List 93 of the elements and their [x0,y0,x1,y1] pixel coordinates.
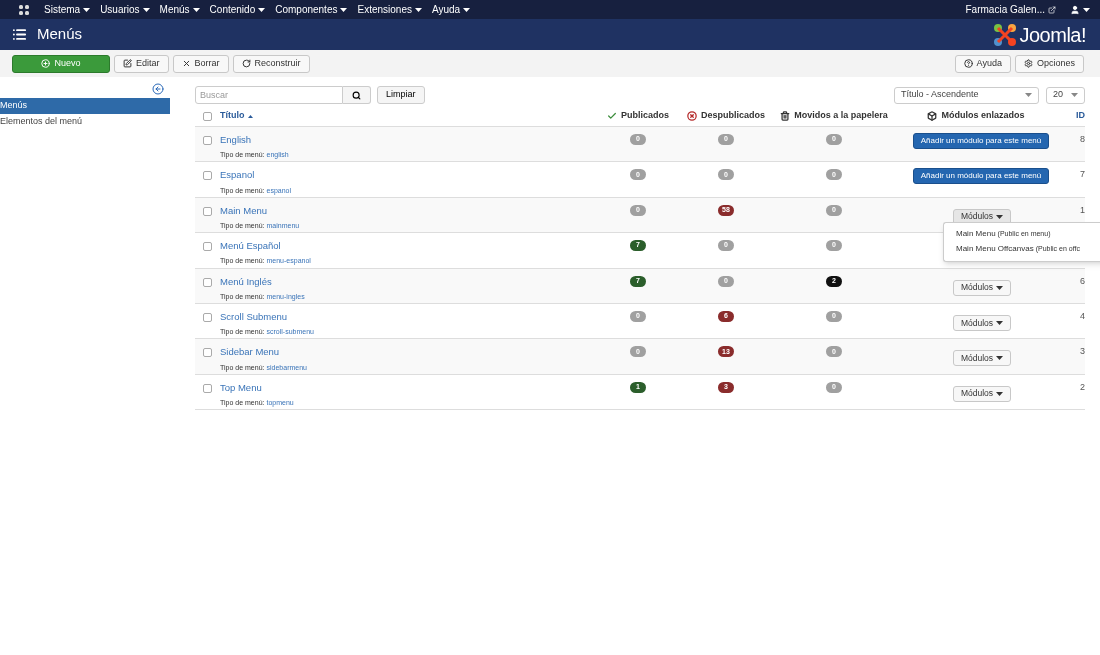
column-sort-link[interactable]: Título [217,109,600,123]
caret-icon [463,7,471,12]
add-module-button[interactable]: Añadir un módulo para este menú [912,133,1050,149]
trash-icon [780,111,791,121]
caret-icon [1071,93,1078,97]
joomla-logo-icon [993,22,1018,47]
menu-title-link[interactable]: Scroll Submenu [220,309,600,325]
id-cell-text: 2 [1079,380,1085,394]
search-button[interactable] [343,86,371,104]
search-icon [352,90,361,100]
toolbar-button[interactable]: Reconstruir [232,54,310,73]
menu-title-link[interactable]: Espanol [220,168,600,183]
row-checkbox[interactable] [203,383,212,393]
modules-dropdown-button[interactable]: Módulos [952,314,1012,331]
nav-menu-item[interactable]: Sistema [44,2,91,17]
id-cell-text: 8 [1079,133,1085,146]
joomla-wordmark: Joomla! [1019,22,1086,48]
menu-title-link[interactable]: Menú Español [220,239,600,254]
x-circle-icon [687,111,697,121]
toolbar-button[interactable]: Ayuda [954,54,1011,73]
menu-title-link[interactable]: Sidebar Menu [220,345,600,360]
toolbar-button[interactable]: Editar [114,54,169,73]
limit-select[interactable]: 20 [1046,86,1085,104]
id-cell-text: 7 [1079,168,1085,182]
row-checkbox[interactable] [203,277,212,287]
caret-icon [996,320,1004,325]
modules-dropdown-button[interactable]: Módulos [952,385,1012,402]
page-title: Menús [37,24,83,45]
site-link[interactable]: Farmacia Galen... [965,2,1056,17]
menu-title-link[interactable]: English [220,133,600,148]
row-checkbox[interactable] [203,136,212,145]
add-module-button[interactable]: Añadir un módulo para este menú [912,168,1050,185]
caret-icon [996,391,1004,396]
id-cell-text: 4 [1079,309,1085,323]
external-link-icon [1048,5,1056,14]
caret-icon [340,7,348,12]
row-checkbox[interactable] [203,348,212,358]
modules-dropdown-button[interactable]: Módulos [952,279,1012,296]
nav-menu-item[interactable]: Usuarios [100,2,150,17]
caret-icon [83,7,91,12]
column-header: Módulos enlazados [941,109,1025,123]
sidebar-item[interactable]: Menús [0,98,170,114]
caret-icon [996,356,1004,361]
help-icon [963,59,973,68]
caret-icon [192,7,200,12]
row-checkbox[interactable] [203,206,212,216]
menu-title-link[interactable]: Main Menu [220,203,600,219]
rotate-icon [241,59,251,68]
list-icon [12,27,27,42]
id-cell-text: 3 [1079,345,1085,359]
caret-icon [996,214,1004,219]
nav-menu-item[interactable]: Ayuda [431,2,471,17]
caret-icon [1083,7,1090,12]
toolbar-button[interactable]: Opciones [1014,54,1084,73]
toolbar-button[interactable]: Borrar [172,54,229,73]
modules-dropdown-button[interactable]: Módulos [952,350,1012,367]
cube-icon [927,111,938,121]
caret-icon [996,285,1004,290]
id-cell-text: 6 [1079,274,1085,288]
collapse-icon[interactable] [152,83,164,95]
row-checkbox[interactable] [203,171,212,181]
check-icon [607,111,617,121]
caret-icon [142,7,150,12]
user-menu-button[interactable] [1070,4,1090,15]
nav-menu-item[interactable]: Menús [159,2,200,17]
nav-menu-item[interactable]: Componentes [275,2,348,17]
sidebar-item[interactable]: Elementos del menú [0,114,170,130]
caret-icon [1025,93,1032,97]
sort-up-icon [247,114,253,118]
row-checkbox[interactable] [203,312,212,322]
nav-menu-item[interactable]: Extensiones [357,2,422,17]
select-all-checkbox[interactable] [203,111,212,121]
column-header: Publicados [621,109,669,123]
sort-select[interactable]: Título - Ascendente [894,86,1039,104]
menu-title-link[interactable]: Top Menu [220,380,600,395]
caret-icon [414,7,422,12]
caret-icon [258,7,266,12]
search-field[interactable]: Buscar [195,86,343,104]
settings-icon [1023,59,1033,68]
new-button[interactable]: Nuevo [12,54,110,73]
edit-icon [123,59,132,68]
clear-button[interactable]: Limpiar [377,86,425,104]
column-header[interactable]: ID [1060,109,1085,123]
row-checkbox[interactable] [203,242,212,252]
menu-title-link[interactable]: Menú Inglés [220,274,600,289]
joomla-icon [18,3,30,16]
nav-menu-item[interactable]: Contenido [209,2,266,17]
plus-circle-icon [41,59,51,68]
user-icon [1070,4,1080,15]
column-header: Despublicados [701,109,765,123]
id-cell-text: 1 [1079,203,1085,217]
close-icon [181,59,191,68]
column-header: Movidos a la papelera [794,109,888,123]
